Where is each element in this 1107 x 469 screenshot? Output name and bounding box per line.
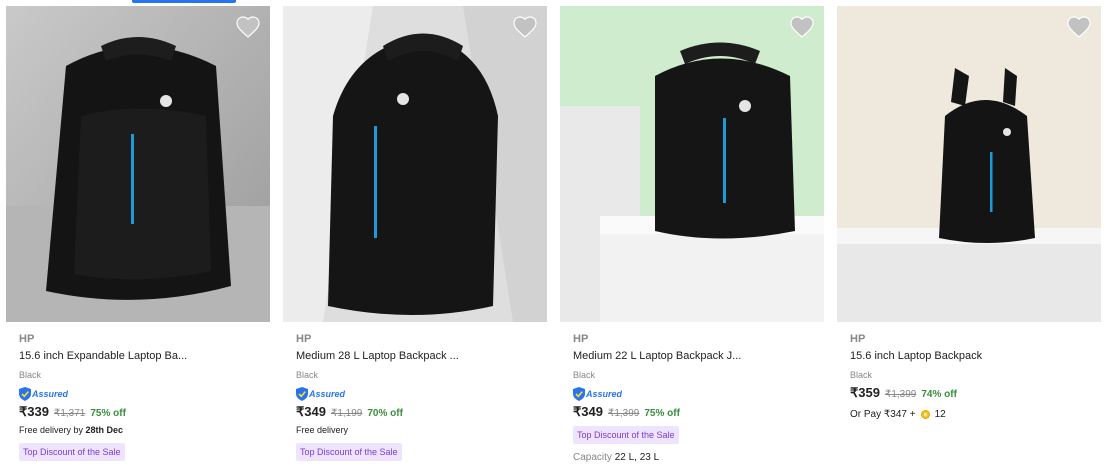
wishlist-button[interactable] [236,16,260,38]
product-title[interactable]: 15.6 inch Laptop Backpack [850,349,1101,369]
assured-label: Assured [586,389,623,399]
product-image[interactable] [283,6,547,322]
product-image[interactable] [6,6,270,322]
product-brand: HP [573,333,589,345]
wishlist-button[interactable] [513,16,537,38]
product-color: Black [19,370,42,380]
delivery-prefix: Free delivery by [19,425,86,435]
assured-badge: Assured [296,385,547,403]
heart-icon [236,16,260,38]
delivery-info: Free delivery by 28th Dec [19,424,270,441]
original-price: ₹1,371 [53,408,86,419]
heart-icon [790,16,814,38]
assured-shield-icon [573,387,585,401]
delivery-date: 28th Dec [85,425,124,435]
original-price: ₹1,399 [607,408,640,419]
original-price: ₹1,199 [330,408,363,419]
assured-label: Assured [32,389,69,399]
backpack-photo [283,6,547,322]
heart-icon [1067,16,1091,38]
selling-price: ₹339 [19,404,49,419]
backpack-photo [6,6,270,322]
product-card[interactable]: HP 15.6 inch Laptop Backpack Black ₹359 … [837,6,1101,469]
product-title[interactable]: 15.6 inch Expandable Laptop Ba... [19,349,270,369]
backpack-photo [837,6,1101,322]
original-price: ₹1,399 [884,389,917,400]
product-title[interactable]: Medium 22 L Laptop Backpack J... [573,349,824,369]
wishlist-button[interactable] [790,16,814,38]
price-row: ₹349 ₹1,199 70% off [296,404,547,424]
heart-icon [513,16,537,38]
capacity-info: Capacity 22 L, 23 L [573,452,824,463]
product-grid: HP 15.6 inch Expandable Laptop Ba... Bla… [0,0,1107,469]
or-pay-text: Or Pay ₹347 + [850,408,916,420]
supercoin-icon [920,409,930,419]
sale-tag: Top Discount of the Sale [19,443,125,461]
product-image[interactable] [837,6,1101,322]
product-color: Black [296,370,319,380]
assured-label: Assured [309,389,346,399]
product-title[interactable]: Medium 28 L Laptop Backpack ... [296,349,547,369]
selling-price: ₹349 [573,404,603,419]
price-row: ₹349 ₹1,399 75% off [573,404,824,424]
product-brand: HP [296,333,312,345]
sale-tag: Top Discount of the Sale [296,443,402,461]
selling-price: ₹349 [296,404,326,419]
capacity-value: 22 L, 23 L [614,452,660,463]
discount-percent: 70% off [367,408,403,419]
discount-percent: 74% off [921,389,957,400]
selling-price: ₹359 [850,385,880,400]
backpack-photo [560,6,824,322]
price-row: ₹359 ₹1,399 74% off [850,385,1101,405]
supercoin-offer: Or Pay ₹347 + 12 [850,405,1101,423]
wishlist-button[interactable] [1067,16,1091,38]
delivery-info: Free delivery [296,424,547,441]
discount-percent: 75% off [644,408,680,419]
sale-tag: Top Discount of the Sale [573,426,679,444]
assured-shield-icon [19,387,31,401]
product-brand: HP [19,333,35,345]
assured-badge: Assured [573,385,824,403]
discount-percent: 75% off [90,408,126,419]
capacity-label: Capacity [573,452,612,463]
product-card[interactable]: HP Medium 28 L Laptop Backpack ... Black… [283,6,547,469]
product-image[interactable] [560,6,824,322]
product-card[interactable]: HP 15.6 inch Expandable Laptop Ba... Bla… [6,6,270,469]
product-brand: HP [850,333,866,345]
coin-count: 12 [934,408,946,420]
price-row: ₹339 ₹1,371 75% off [19,404,270,424]
product-card[interactable]: HP Medium 22 L Laptop Backpack J... Blac… [560,6,824,469]
product-color: Black [573,370,596,380]
delivery-prefix: Free delivery [296,425,349,435]
assured-shield-icon [296,387,308,401]
product-color: Black [850,370,873,380]
assured-badge: Assured [19,385,270,403]
